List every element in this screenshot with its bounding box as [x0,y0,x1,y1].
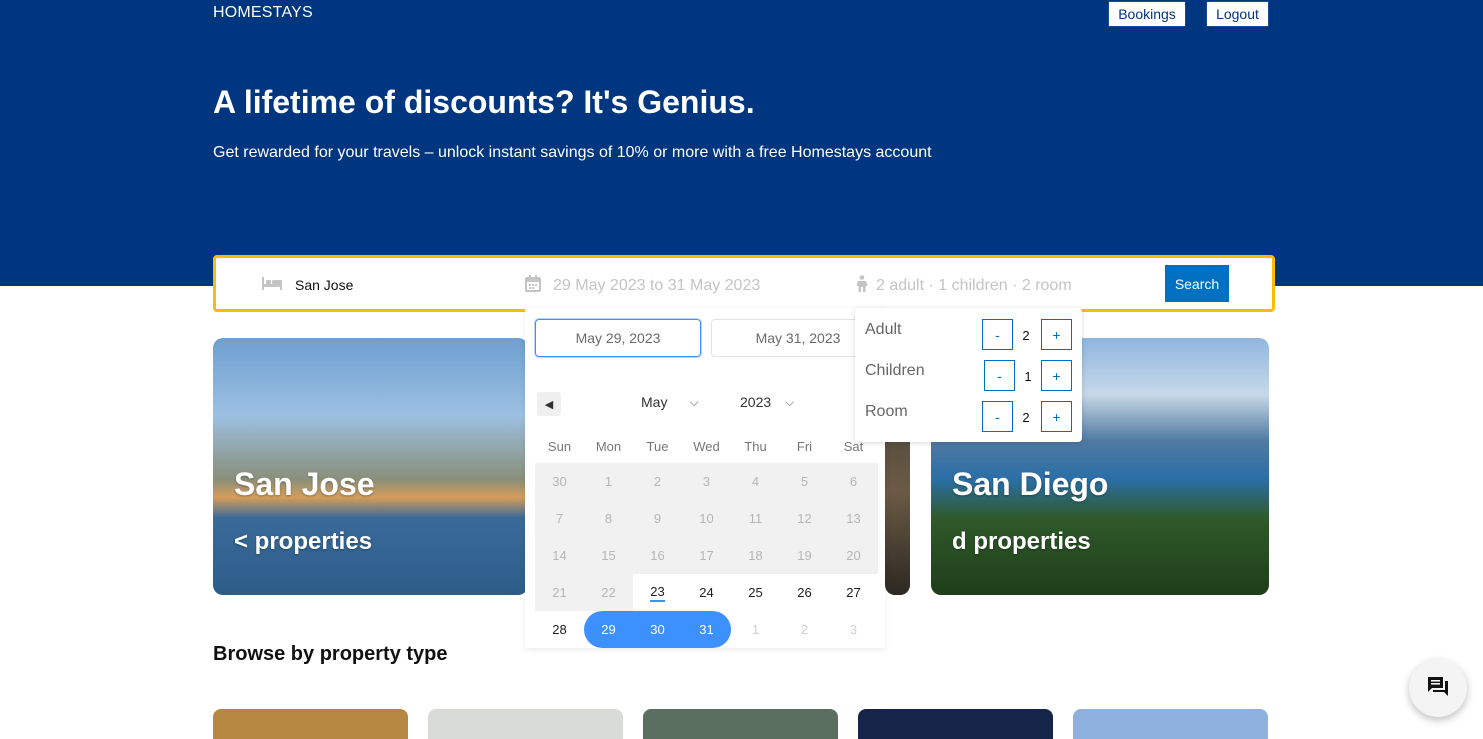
calendar-day[interactable]: 29 [584,611,633,648]
room-increment-button[interactable]: + [1041,401,1072,432]
calendar-day: 7 [535,500,584,537]
calendar-day: 6 [829,463,878,500]
calendar-day: 10 [682,500,731,537]
start-date-field[interactable]: May 29, 2023 [535,319,701,357]
calendar-day[interactable]: 31 [682,611,731,648]
prev-month-button[interactable]: ◀ [537,392,561,416]
destination-card-san-jose[interactable]: San Jose < properties [213,338,528,595]
weekday-header: Thu [744,439,767,454]
calendar-day: 8 [584,500,633,537]
calendar-icon [525,275,541,297]
calendar-day: 17 [682,537,731,574]
calendar-day: 5 [780,463,829,500]
guests-options-panel: Adult - 2 + Children - 1 + Room - 2 + [855,308,1082,442]
calendar-day: 14 [535,537,584,574]
calendar-day: 3 [682,463,731,500]
calendar-day: 4 [731,463,780,500]
search-button[interactable]: Search [1165,265,1229,302]
date-range-input[interactable]: 29 May 2023 to 31 May 2023 [525,275,760,297]
hero-subtitle: Get rewarded for your travels – unlock i… [213,144,932,161]
room-label: Room [865,403,908,420]
card-property-count: d properties [952,528,1091,555]
calendar-day[interactable]: 27 [829,574,878,611]
calendar-day: 15 [584,537,633,574]
calendar-day: 2 [633,463,682,500]
chevron-down-icon: ⌵ [689,394,699,409]
calendar-day: 1 [751,622,760,637]
weekday-header: Sun [547,439,572,454]
calendar-day[interactable]: 25 [731,574,780,611]
logout-button[interactable]: Logout [1206,1,1269,27]
children-decrement-button[interactable]: - [984,360,1015,391]
calendar-day: 30 [535,463,584,500]
calendar-day: 13 [829,500,878,537]
calendar-day[interactable]: 30 [633,611,682,648]
property-type-card[interactable] [213,709,408,739]
caret-left-icon: ◀ [544,398,554,411]
calendar-day: 18 [731,537,780,574]
calendar-day: 20 [829,537,878,574]
guests-value: 2 adult · 1 children · 2 room [876,277,1072,294]
card-title: San Diego [952,466,1109,502]
calendar-day: 19 [780,537,829,574]
card-title: San Jose [234,466,375,502]
children-increment-button[interactable]: + [1041,360,1072,391]
chat-icon [1426,675,1450,702]
brand-logo[interactable]: HOMESTAYS [213,4,313,22]
calendar-day[interactable]: 26 [780,574,829,611]
calendar-day[interactable]: 24 [682,574,731,611]
children-label: Children [865,362,925,379]
bookings-button[interactable]: Bookings [1108,1,1186,27]
weekday-header: Tue [646,439,669,454]
card-property-count: < properties [234,528,373,555]
calendar-day: 2 [800,622,809,637]
year-select[interactable]: 2023 ⌵ [740,394,794,410]
calendar-day: 21 [535,574,584,611]
calendar-day: 9 [633,500,682,537]
room-decrement-button[interactable]: - [982,401,1013,432]
calendar-day: 3 [849,622,858,637]
adult-count: 2 [1022,328,1030,343]
calendar-day: 16 [633,537,682,574]
calendar-day: 22 [584,574,633,611]
guests-input[interactable]: 2 adult · 1 children · 2 room [856,275,1072,297]
calendar-day: 1 [584,463,633,500]
chevron-down-icon: ⌵ [785,394,795,409]
adult-decrement-button[interactable]: - [982,319,1013,350]
property-type-card[interactable] [643,709,838,739]
hero-banner [0,0,1483,286]
destination-input[interactable]: San Jose [261,275,353,294]
weekday-header: Fri [796,439,813,454]
section-title: Browse by property type [213,643,448,665]
calendar-day: 12 [780,500,829,537]
calendar-day: 11 [731,500,780,537]
search-bar: San Jose 29 May 2023 to 31 May 2023 2 ad… [213,255,1275,312]
children-count: 1 [1024,369,1032,384]
month-select-value: May [641,394,668,410]
property-type-card[interactable] [858,709,1053,739]
weekday-header: Mon [595,439,622,454]
destination-value: San Jose [295,276,354,293]
year-select-value: 2023 [740,394,772,410]
calendar-day[interactable]: 28 [535,611,584,648]
room-count: 2 [1022,410,1030,425]
calendar-day[interactable]: 23 [633,574,682,611]
date-range-value: 29 May 2023 to 31 May 2023 [553,277,761,294]
adult-label: Adult [865,321,902,338]
property-type-card[interactable] [428,709,623,739]
adult-increment-button[interactable]: + [1041,319,1072,350]
date-range-picker: May 29, 2023 May 31, 2023 ◀ May ⌵ 2023 ⌵ S… [525,308,885,648]
property-type-card[interactable] [1073,709,1268,739]
chat-button[interactable] [1409,659,1467,717]
bed-icon [261,275,283,294]
person-icon [856,275,868,297]
hero-title: A lifetime of discounts? It's Genius. [213,84,755,120]
month-select[interactable]: May ⌵ [641,394,699,410]
weekday-header: Wed [693,439,720,454]
